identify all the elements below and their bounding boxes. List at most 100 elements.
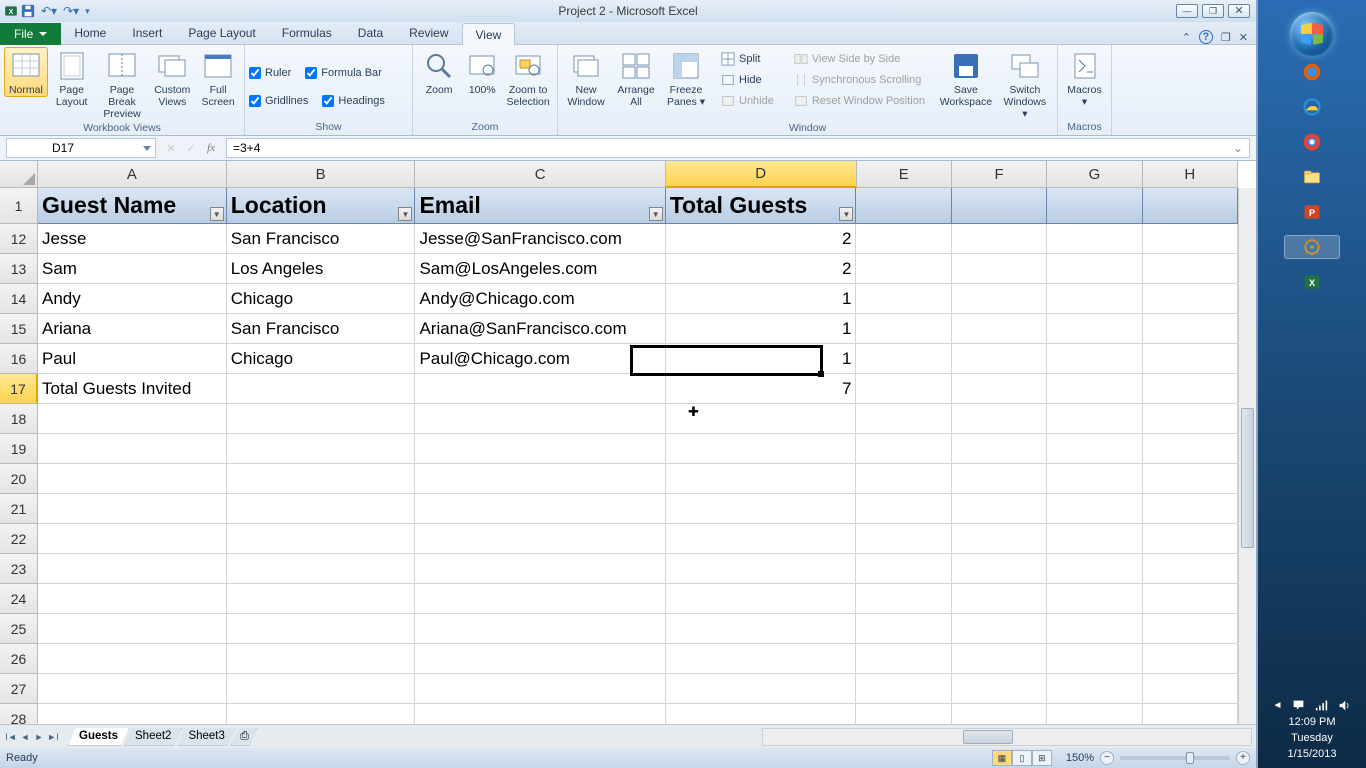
row-header-19[interactable]: 19 xyxy=(0,434,38,464)
cell[interactable] xyxy=(1143,524,1238,554)
cell[interactable]: Chicago xyxy=(227,284,416,314)
close-button[interactable]: ✕ xyxy=(1228,4,1250,18)
cell[interactable]: Total Guests▼ xyxy=(666,188,857,224)
row-header-22[interactable]: 22 xyxy=(0,524,38,554)
column-header-E[interactable]: E xyxy=(857,161,952,188)
cell[interactable] xyxy=(227,674,416,704)
help-icon[interactable]: ? xyxy=(1199,30,1213,44)
page-break-preview-button[interactable]: Page Break Preview xyxy=(96,47,149,121)
cell[interactable] xyxy=(1047,434,1142,464)
cell[interactable] xyxy=(1143,674,1238,704)
cell[interactable] xyxy=(38,494,227,524)
qat-customize[interactable]: ▾ xyxy=(85,6,90,17)
cell[interactable] xyxy=(952,434,1047,464)
cell[interactable] xyxy=(1047,674,1142,704)
cell[interactable] xyxy=(856,584,951,614)
tab-view[interactable]: View xyxy=(462,23,516,45)
cell[interactable] xyxy=(666,674,857,704)
cell[interactable] xyxy=(856,344,951,374)
filter-button[interactable]: ▼ xyxy=(649,207,663,221)
custom-views-button[interactable]: Custom Views xyxy=(150,47,194,109)
vertical-scrollbar[interactable] xyxy=(1238,188,1256,724)
cell[interactable] xyxy=(1047,524,1142,554)
enter-formula-icon[interactable]: ✓ xyxy=(182,139,200,157)
cell[interactable]: 1 xyxy=(666,314,857,344)
taskbar-firefox[interactable] xyxy=(1284,60,1340,84)
cell[interactable] xyxy=(666,704,857,724)
cell[interactable] xyxy=(415,374,665,404)
select-all-corner[interactable] xyxy=(0,161,38,188)
tab-data[interactable]: Data xyxy=(345,22,396,44)
cell[interactable] xyxy=(1143,188,1238,224)
name-box[interactable]: D17 xyxy=(6,138,156,158)
hide-button[interactable]: Hide xyxy=(716,70,779,90)
cell[interactable]: 2 xyxy=(666,254,857,284)
cell[interactable] xyxy=(227,644,416,674)
row-header-18[interactable]: 18 xyxy=(0,404,38,434)
tab-insert[interactable]: Insert xyxy=(119,22,175,44)
cell[interactable]: San Francisco xyxy=(227,224,416,254)
cell[interactable] xyxy=(856,224,951,254)
row-header-17[interactable]: 17 xyxy=(0,374,38,404)
save-workspace-button[interactable]: Save Workspace xyxy=(937,47,995,109)
cell[interactable] xyxy=(1047,284,1142,314)
macros-button[interactable]: Macros▾ xyxy=(1062,47,1107,109)
cell[interactable] xyxy=(952,584,1047,614)
cell[interactable]: Email▼ xyxy=(415,188,665,224)
sheet-nav-last[interactable]: ►I xyxy=(46,729,60,745)
cell[interactable] xyxy=(1047,614,1142,644)
cell[interactable] xyxy=(1047,464,1142,494)
fx-icon[interactable]: fx xyxy=(202,139,220,157)
column-header-A[interactable]: A xyxy=(38,161,227,188)
maximize-button[interactable]: ❐ xyxy=(1202,4,1224,18)
cell[interactable] xyxy=(415,524,665,554)
cell[interactable] xyxy=(227,614,416,644)
cell[interactable]: Jesse@SanFrancisco.com xyxy=(415,224,665,254)
cell[interactable] xyxy=(952,188,1047,224)
cell[interactable]: Ariana xyxy=(38,314,227,344)
cell[interactable] xyxy=(227,404,416,434)
normal-view-button[interactable]: Normal xyxy=(4,47,48,97)
cell[interactable] xyxy=(415,704,665,724)
cell[interactable] xyxy=(1047,644,1142,674)
cell[interactable] xyxy=(1047,314,1142,344)
cell[interactable] xyxy=(856,614,951,644)
freeze-panes-button[interactable]: Freeze Panes ▾ xyxy=(662,47,710,109)
tray-action-center-icon[interactable] xyxy=(1292,699,1305,712)
tray-network-icon[interactable] xyxy=(1315,699,1328,712)
cell[interactable]: Andy xyxy=(38,284,227,314)
cell[interactable] xyxy=(38,554,227,584)
zoom-in-button[interactable]: + xyxy=(1236,751,1250,765)
row-header-16[interactable]: 16 xyxy=(0,344,38,374)
cell[interactable] xyxy=(856,644,951,674)
column-header-F[interactable]: F xyxy=(952,161,1047,188)
taskbar-explorer[interactable] xyxy=(1284,165,1340,189)
tab-home[interactable]: Home xyxy=(61,22,119,44)
formula-bar[interactable]: =3+4⌄ xyxy=(226,138,1250,158)
cell[interactable] xyxy=(227,524,416,554)
window-close-icon[interactable]: ✕ xyxy=(1239,31,1248,44)
row-header-28[interactable]: 28 xyxy=(0,704,38,724)
expand-formula-bar-icon[interactable]: ⌄ xyxy=(1233,141,1247,155)
cell[interactable] xyxy=(38,404,227,434)
tray-volume-icon[interactable] xyxy=(1338,699,1351,712)
cell[interactable] xyxy=(415,434,665,464)
cell[interactable] xyxy=(952,524,1047,554)
cell[interactable] xyxy=(952,224,1047,254)
cell[interactable] xyxy=(1143,224,1238,254)
headings-checkbox[interactable]: Headings xyxy=(322,91,384,111)
zoom-to-selection-button[interactable]: Zoom to Selection xyxy=(503,47,553,109)
row-header-25[interactable]: 25 xyxy=(0,614,38,644)
new-sheet-button[interactable]: ⎙ xyxy=(231,728,258,746)
column-header-H[interactable]: H xyxy=(1143,161,1238,188)
cell[interactable] xyxy=(666,584,857,614)
cell[interactable] xyxy=(415,584,665,614)
redo-button[interactable]: ↷▾ xyxy=(63,4,79,18)
cell[interactable] xyxy=(1047,584,1142,614)
zoom-out-button[interactable]: − xyxy=(1100,751,1114,765)
save-icon[interactable] xyxy=(21,4,35,18)
cell[interactable]: Los Angeles xyxy=(227,254,416,284)
cell[interactable] xyxy=(856,494,951,524)
normal-view-icon[interactable]: ▦ xyxy=(992,750,1012,766)
cell[interactable] xyxy=(227,464,416,494)
